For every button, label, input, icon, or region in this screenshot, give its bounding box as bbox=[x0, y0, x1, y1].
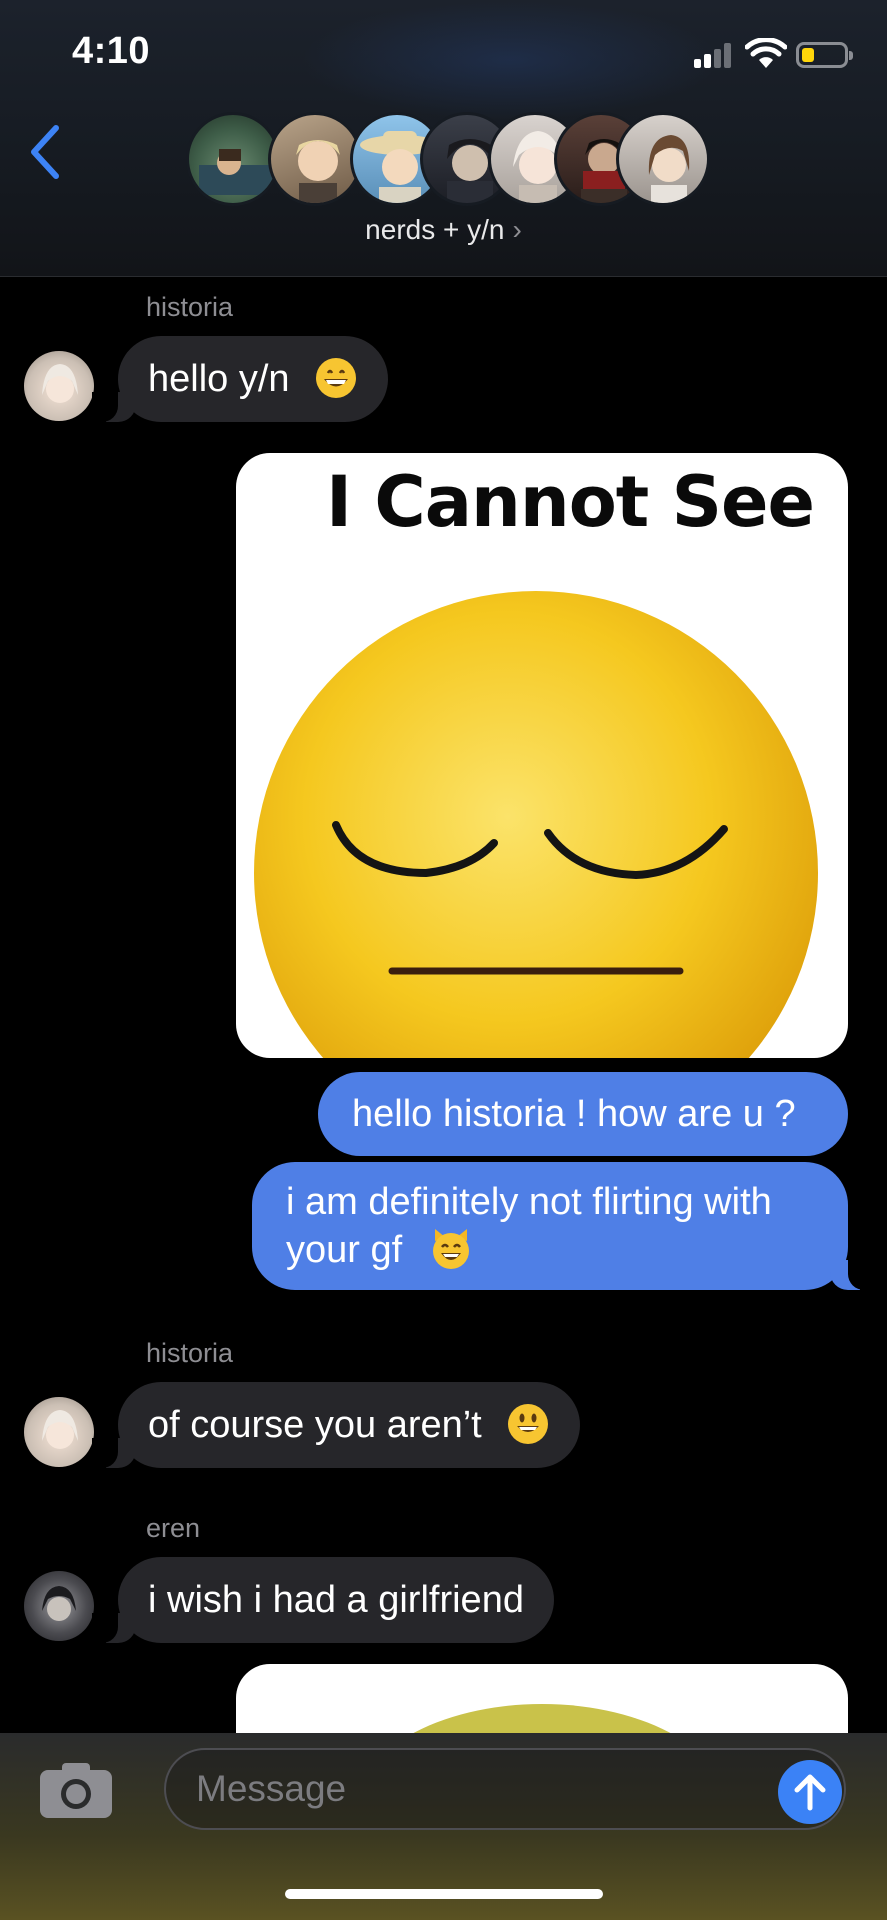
avatar-historia[interactable] bbox=[24, 351, 94, 421]
incoming-message[interactable]: hello y/n bbox=[91, 336, 389, 422]
message-field[interactable] bbox=[164, 1748, 846, 1830]
camera-icon[interactable] bbox=[38, 1760, 114, 1820]
avatar-eren[interactable] bbox=[24, 1571, 94, 1641]
chevron-right-icon: › bbox=[512, 214, 522, 245]
image-attachment[interactable]: I Cannot See bbox=[236, 453, 848, 1058]
incoming-message[interactable]: i wish i had a girlfriend bbox=[92, 1557, 554, 1643]
group-name[interactable]: nerds + y/n › bbox=[0, 214, 887, 246]
home-indicator[interactable] bbox=[285, 1889, 603, 1899]
avatar-7 bbox=[616, 112, 710, 206]
conversation-header: 4:10 nerds + y/n › bbox=[0, 0, 887, 277]
smiley-face-icon bbox=[508, 1403, 549, 1444]
message-input[interactable] bbox=[196, 1750, 756, 1828]
avatar-2 bbox=[268, 112, 362, 206]
sender-name: eren bbox=[146, 1513, 201, 1543]
send-button[interactable] bbox=[778, 1760, 842, 1824]
sender-name: historia bbox=[146, 292, 234, 322]
outgoing-message[interactable]: i am definitely not flirting with your g… bbox=[252, 1162, 874, 1290]
smiling-cat-icon bbox=[432, 1228, 469, 1269]
arrow-up-icon bbox=[794, 1774, 826, 1811]
outgoing-message[interactable]: hello historia ! how are u ? bbox=[318, 1072, 848, 1156]
cellular-signal-icon bbox=[694, 42, 734, 68]
sender-name: historia bbox=[146, 1338, 234, 1368]
avatar-historia[interactable] bbox=[24, 1397, 94, 1467]
grinning-face-icon bbox=[316, 357, 357, 398]
wifi-icon bbox=[745, 38, 787, 68]
avatar-1 bbox=[186, 112, 280, 206]
incoming-message[interactable]: of course you aren’t bbox=[91, 1382, 581, 1468]
battery-icon bbox=[796, 42, 853, 68]
status-time: 4:10 bbox=[72, 30, 151, 72]
group-avatars[interactable] bbox=[186, 112, 710, 208]
back-chevron-icon[interactable] bbox=[26, 122, 66, 182]
pensive-emoji-illustration bbox=[254, 591, 818, 1058]
